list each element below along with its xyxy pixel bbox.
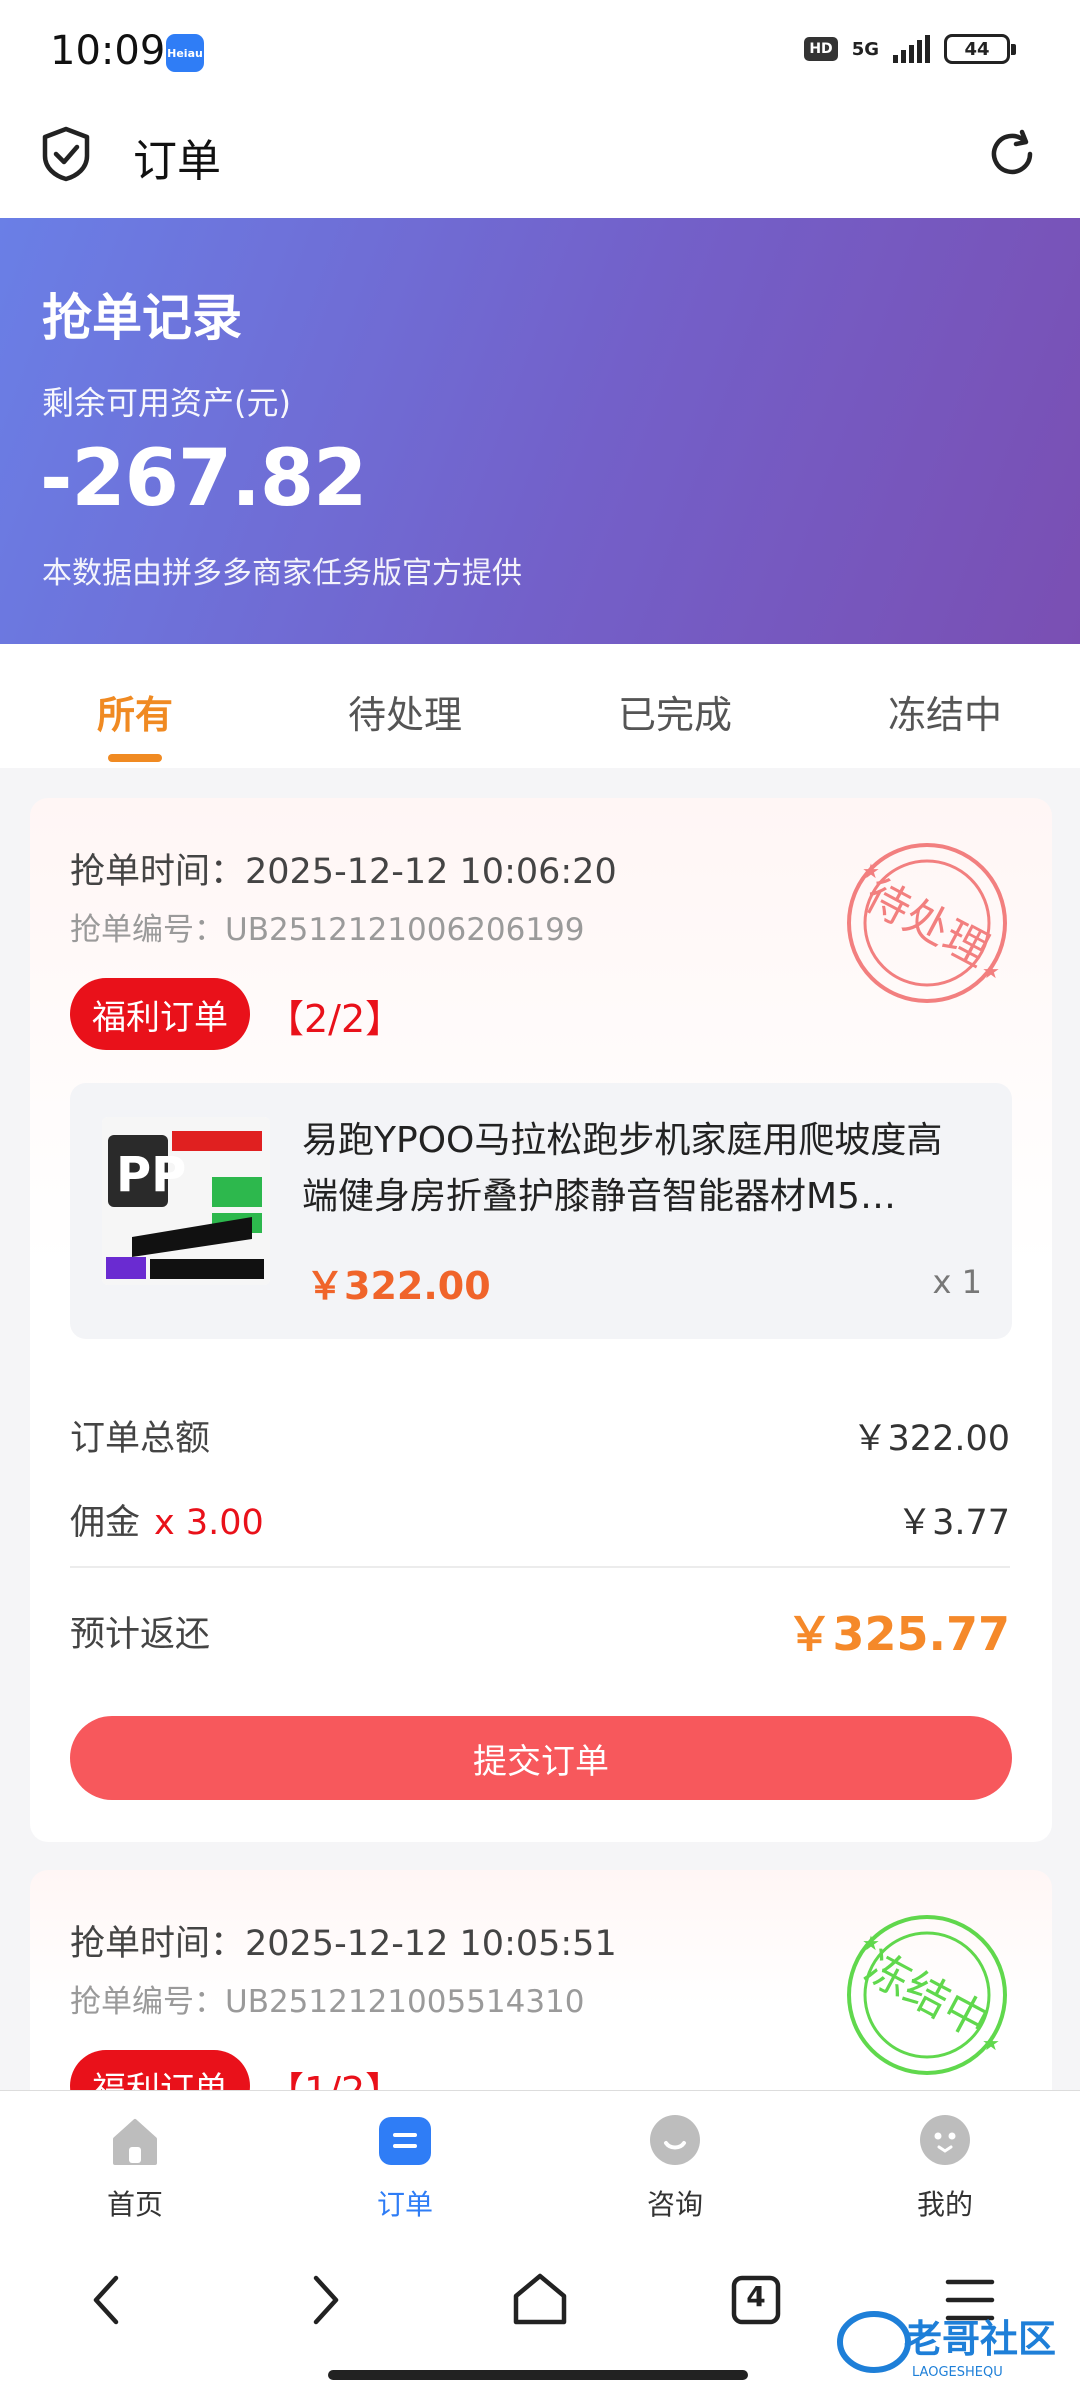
frozen-stamp-icon: 冻结中 ★ ★ [847, 1915, 1007, 2075]
active-tab-indicator [108, 754, 162, 762]
svg-text:★: ★ [982, 2031, 1000, 2055]
tab-completed[interactable]: 已完成 [540, 684, 810, 739]
status-indicators: HD 5G 44 [804, 34, 1016, 64]
home-button-icon[interactable] [500, 2260, 580, 2340]
svg-text:老哥社区: 老哥社区 [904, 2317, 1056, 2361]
nav-profile-label: 我的 [916, 2188, 973, 2221]
order-time: 抢单时间：2025-12-12 10:05:51 [70, 1924, 617, 1964]
order-total-label: 订单总额 [70, 1419, 211, 1459]
profile-icon [920, 2115, 970, 2165]
nav-consult[interactable]: 咨询 [540, 2113, 810, 2223]
balance-amount: -267.82 [40, 434, 367, 524]
shield-check-icon[interactable] [40, 126, 92, 182]
nav-consult-label: 咨询 [646, 2188, 703, 2221]
order-total-value: ￥322.00 [852, 1419, 1010, 1459]
svg-text:★: ★ [982, 959, 1000, 983]
expected-return-label: 预计返还 [70, 1615, 211, 1655]
banner-title: 抢单记录 [42, 289, 242, 347]
svg-text:★: ★ [862, 859, 880, 883]
signal-icon [893, 35, 930, 63]
tab-pending[interactable]: 待处理 [270, 684, 540, 739]
tab-frozen[interactable]: 冻结中 [810, 684, 1080, 739]
banner-note: 本数据由拼多多商家任务版官方提供 [42, 556, 522, 591]
nav-home-label: 首页 [106, 2188, 163, 2221]
divider [70, 1566, 1010, 1568]
expected-return-value: ￥325.77 [786, 1607, 1010, 1661]
product-name: 易跑YPOO马拉松跑步机家庭用爬坡度高端健身房折叠护膝静音智能器材M5… [302, 1120, 943, 1217]
back-icon[interactable] [68, 2260, 148, 2340]
tab-all[interactable]: 所有 [0, 684, 270, 739]
chat-icon [650, 2115, 700, 2165]
orders-icon [379, 2117, 431, 2165]
nav-profile[interactable]: 我的 [810, 2113, 1080, 2223]
product-thumbnail: PP [102, 1117, 270, 1285]
submit-order-button[interactable]: 提交订单 [70, 1716, 1012, 1800]
page-title: 订单 [133, 136, 221, 187]
welfare-badge: 福利订单 [70, 978, 250, 1050]
order-card: 抢单时间：2025-12-12 10:06:20 抢单编号：UB25121210… [30, 798, 1052, 1842]
system-navigation: 4 老哥社区 LAOGESHEQU [0, 2230, 1080, 2400]
product-row[interactable]: PP 易跑YPOO马拉松跑步机家庭用爬坡度高端健身房折叠护膝静音智能器材M5… … [70, 1083, 1012, 1339]
commission-value: ￥3.77 [897, 1503, 1010, 1543]
order-tabs: 所有 待处理 已完成 冻结中 [0, 644, 1080, 768]
commission-label: 佣金 [70, 1503, 141, 1543]
nav-home[interactable]: 首页 [0, 2113, 270, 2223]
home-icon [113, 2119, 157, 2165]
order-time: 抢单时间：2025-12-12 10:06:20 [70, 852, 617, 892]
pending-stamp-icon: 待处理 ★ ★ [847, 843, 1007, 1003]
refresh-icon[interactable] [986, 128, 1038, 180]
tabs-count: 4 [746, 2280, 766, 2313]
svg-text:★: ★ [862, 1931, 880, 1955]
home-indicator [328, 2370, 748, 2380]
svg-text:LAOGESHEQU: LAOGESHEQU [912, 2365, 1003, 2380]
balance-label: 剩余可用资产(元) [42, 384, 291, 422]
nav-orders[interactable]: 订单 [270, 2113, 540, 2223]
app-notification-icon: Heiau [166, 34, 204, 72]
product-price: ￥322.00 [306, 1264, 491, 1308]
app-header: 订单 [0, 100, 1080, 218]
commission-row: 佣金 x 3.00 [70, 1494, 264, 1545]
order-number: 抢单编号：UB2512121005514310 [70, 1984, 585, 2020]
status-bar: 10:09 Heiau HD 5G 44 [0, 0, 1080, 100]
status-time: 10:09 [50, 28, 166, 74]
nav-orders-label: 订单 [376, 2188, 433, 2221]
battery-icon: 44 [944, 34, 1016, 64]
tabs-button[interactable]: 4 [716, 2260, 796, 2340]
hd-icon: HD [804, 37, 838, 61]
network-type: 5G [851, 38, 879, 60]
forward-icon[interactable] [284, 2260, 364, 2340]
product-quantity: x 1 [932, 1263, 982, 1301]
summary-banner: 抢单记录 剩余可用资产(元) -267.82 本数据由拼多多商家任务版官方提供 [0, 218, 1080, 644]
watermark-logo: 老哥社区 LAOGESHEQU [837, 2311, 1056, 2380]
order-count: 【2/2】 [266, 997, 404, 1041]
order-number: 抢单编号：UB2512121006206199 [70, 912, 585, 948]
svg-text:PP: PP [116, 1147, 186, 1203]
commission-multiplier: x 3.00 [154, 1503, 264, 1543]
bottom-navigation: 首页 订单 咨询 我的 [0, 2090, 1080, 2230]
